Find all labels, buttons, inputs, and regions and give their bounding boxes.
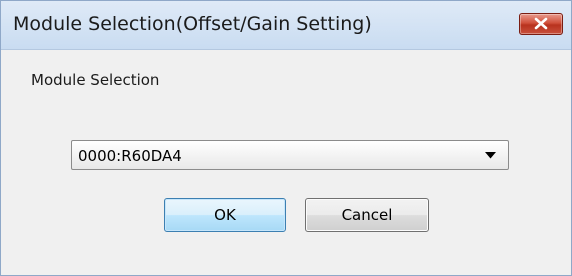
cancel-button[interactable]: Cancel bbox=[305, 198, 429, 232]
module-select[interactable]: 0000:R60DA4 bbox=[71, 140, 509, 170]
close-button[interactable] bbox=[519, 13, 563, 35]
module-selection-label: Module Selection bbox=[31, 71, 160, 89]
chevron-down-icon bbox=[485, 152, 496, 159]
ok-button[interactable]: OK bbox=[164, 198, 286, 232]
module-select-value: 0000:R60DA4 bbox=[78, 147, 182, 165]
dialog-content: Module Selection 0000:R60DA4 OK Cancel bbox=[1, 50, 571, 275]
title-bar[interactable]: Module Selection(Offset/Gain Setting) bbox=[1, 1, 571, 50]
close-icon bbox=[534, 17, 548, 30]
window-title: Module Selection(Offset/Gain Setting) bbox=[13, 13, 372, 35]
dialog-window: Module Selection(Offset/Gain Setting) Mo… bbox=[0, 0, 572, 276]
